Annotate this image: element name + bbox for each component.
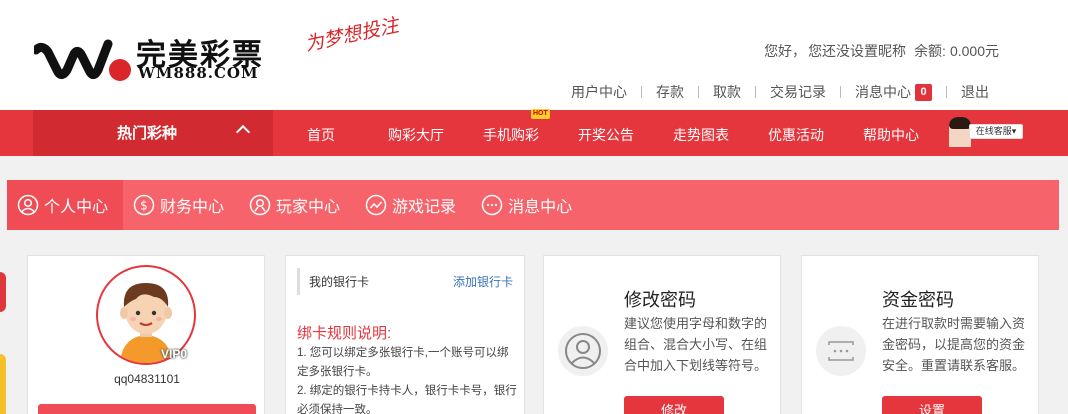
trend-chart-icon: [365, 194, 387, 216]
message-count-badge: 0: [915, 83, 932, 101]
fund-password-desc: 在进行取款时需要输入资金密码，以提高您的资金安全。重置请联系客服。: [882, 316, 1026, 373]
logo-domain-text: WM888.COM: [138, 64, 259, 82]
site-logo[interactable]: 完美彩票 WM888.COM: [31, 30, 274, 86]
profile-action-button[interactable]: [38, 404, 256, 414]
fund-password-title: 资金密码: [882, 290, 954, 310]
top-links: 用户中心 存款 取款 交易记录 消息中心 0 退出: [557, 82, 1003, 102]
nav-draw-results[interactable]: 开奖公告: [578, 125, 634, 145]
tab-game-records[interactable]: 游戏记录: [355, 180, 471, 230]
nav-trend-charts[interactable]: 走势图表: [673, 125, 729, 145]
tab-message-center[interactable]: 消息中心: [471, 180, 587, 230]
binding-rules-title: 绑卡规则说明:: [297, 325, 392, 342]
bank-card-panel: 我的银行卡 添加银行卡 绑卡规则说明: 1. 您可以绑定多张银行卡,一个账号可以…: [285, 255, 525, 414]
hot-category-dropdown[interactable]: 热门彩种: [33, 110, 273, 156]
change-password-card: 修改密码 建议您使用字母和数字的组合、混合大小写、在组合中加入下划线等符号。 修…: [543, 255, 781, 414]
link-logout[interactable]: 退出: [947, 82, 1003, 102]
link-deposit[interactable]: 存款: [642, 82, 698, 102]
binding-rule-1: 1. 您可以绑定多张银行卡,一个账号可以绑定多张银行卡。: [297, 347, 509, 378]
fund-password-card: 资金密码 在进行取款时需要输入资金密码，以提高您的资金安全。重置请联系客服。 设…: [801, 255, 1039, 414]
nav-lottery-hall[interactable]: 购彩大厅: [388, 125, 444, 145]
player-icon: [249, 194, 271, 216]
nav-home[interactable]: 首页: [307, 125, 335, 145]
bank-card-header: 我的银行卡 添加银行卡: [297, 268, 515, 295]
side-decoration: [0, 272, 8, 414]
decoration-yellow: [0, 354, 6, 414]
tab-personal-center[interactable]: 个人中心: [7, 180, 124, 230]
service-agent-avatar-icon: [949, 117, 971, 147]
member-tabs: 个人中心 $ 财务中心 玩家中心 游戏记录 消息中心: [7, 180, 1059, 230]
customer-service-button[interactable]: 在线客服▾: [949, 117, 1023, 147]
nickname-setup-link[interactable]: 您还没设置昵称: [808, 43, 906, 59]
change-password-button[interactable]: 修改: [624, 396, 724, 414]
change-password-title: 修改密码: [624, 290, 696, 310]
greeting-text: 您好，: [764, 43, 807, 59]
set-fund-password-button[interactable]: 设置: [882, 396, 982, 414]
change-password-desc: 建议您使用字母和数字的组合、混合大小写、在组合中加入下划线等符号。: [624, 316, 768, 373]
username: qq04831101: [114, 372, 180, 386]
main-nav: 热门彩种 首页 购彩大厅 手机购彩 HOT 开奖公告 走势图表 优惠活动 帮助中…: [0, 109, 1068, 156]
logo-mark-icon: [31, 39, 131, 81]
link-transactions[interactable]: 交易记录: [756, 82, 840, 102]
chevron-up-icon: [235, 124, 251, 140]
tab-label: 游戏记录: [392, 199, 457, 216]
site-header: 完美彩票 WM888.COM 为梦想投注 您好， 您还没设置昵称 余额: 0.000元…: [0, 0, 1068, 110]
user-circle-icon: [17, 194, 39, 216]
link-messages-label: 消息中心: [855, 84, 911, 100]
nav-help-center[interactable]: 帮助中心: [863, 125, 919, 145]
vip-level: VIP0: [161, 347, 188, 361]
user-greeting: 您好， 您还没设置昵称 余额: 0.000元: [762, 41, 999, 61]
hot-category-label: 热门彩种: [117, 125, 178, 142]
chat-dots-icon: [481, 194, 503, 216]
profile-card: VIP0 qq04831101: [27, 255, 265, 414]
add-bank-card-link[interactable]: 添加银行卡: [453, 273, 513, 290]
nav-promotions[interactable]: 优惠活动: [768, 125, 824, 145]
password-dots-icon: [816, 326, 866, 376]
user-icon: [558, 326, 608, 376]
tab-label: 财务中心: [160, 199, 225, 216]
link-withdraw[interactable]: 取款: [699, 82, 755, 102]
svg-text:$: $: [140, 199, 148, 213]
link-messages[interactable]: 消息中心 0: [841, 82, 946, 102]
decoration-red: [0, 272, 6, 312]
tab-label: 个人中心: [44, 199, 109, 216]
hot-badge: HOT: [531, 109, 550, 119]
binding-rule-2: 2. 绑定的银行卡持卡人，银行卡卡号，银行必须保持一致。: [297, 385, 517, 414]
balance-label: 余额:: [914, 43, 946, 59]
tab-player-center[interactable]: 玩家中心: [239, 180, 355, 230]
nav-mobile-lottery[interactable]: 手机购彩: [483, 125, 539, 145]
tab-label: 消息中心: [508, 199, 573, 216]
customer-service-label: 在线客服▾: [969, 124, 1023, 139]
tab-finance-center[interactable]: $ 财务中心: [123, 180, 239, 230]
bank-card-title: 我的银行卡: [309, 275, 370, 289]
link-user-center[interactable]: 用户中心: [557, 82, 641, 102]
dollar-circle-icon: $: [133, 194, 155, 216]
tab-label: 玩家中心: [276, 199, 341, 216]
balance-value: 0.000元: [949, 43, 999, 59]
brand-slogan: 为梦想投注: [303, 14, 401, 56]
